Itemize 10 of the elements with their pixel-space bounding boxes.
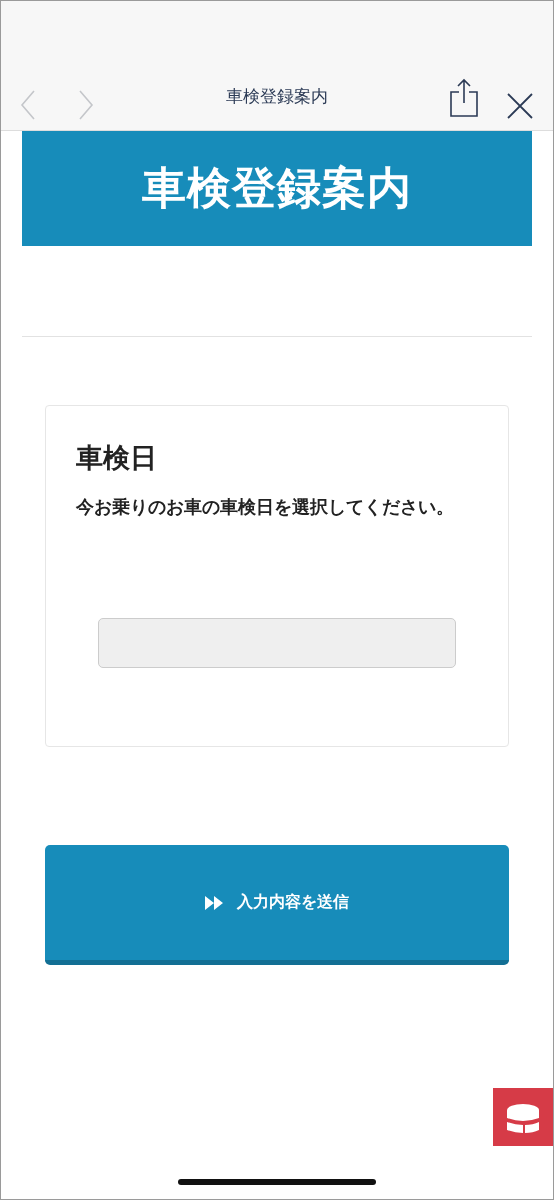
close-icon[interactable]	[507, 93, 533, 119]
cake-logo-icon[interactable]	[493, 1088, 553, 1146]
fast-forward-icon	[205, 895, 223, 910]
share-icon[interactable]	[449, 77, 479, 118]
submit-button[interactable]: 入力内容を送信	[45, 845, 509, 965]
date-field[interactable]	[98, 618, 456, 668]
description: 今お乗りのお車の車検日を選択してください。	[76, 495, 455, 519]
page-title: 車検登録案内	[225, 85, 329, 108]
banner-title: 車検登録案内	[142, 161, 412, 215]
card-title: 車検日	[76, 441, 158, 475]
